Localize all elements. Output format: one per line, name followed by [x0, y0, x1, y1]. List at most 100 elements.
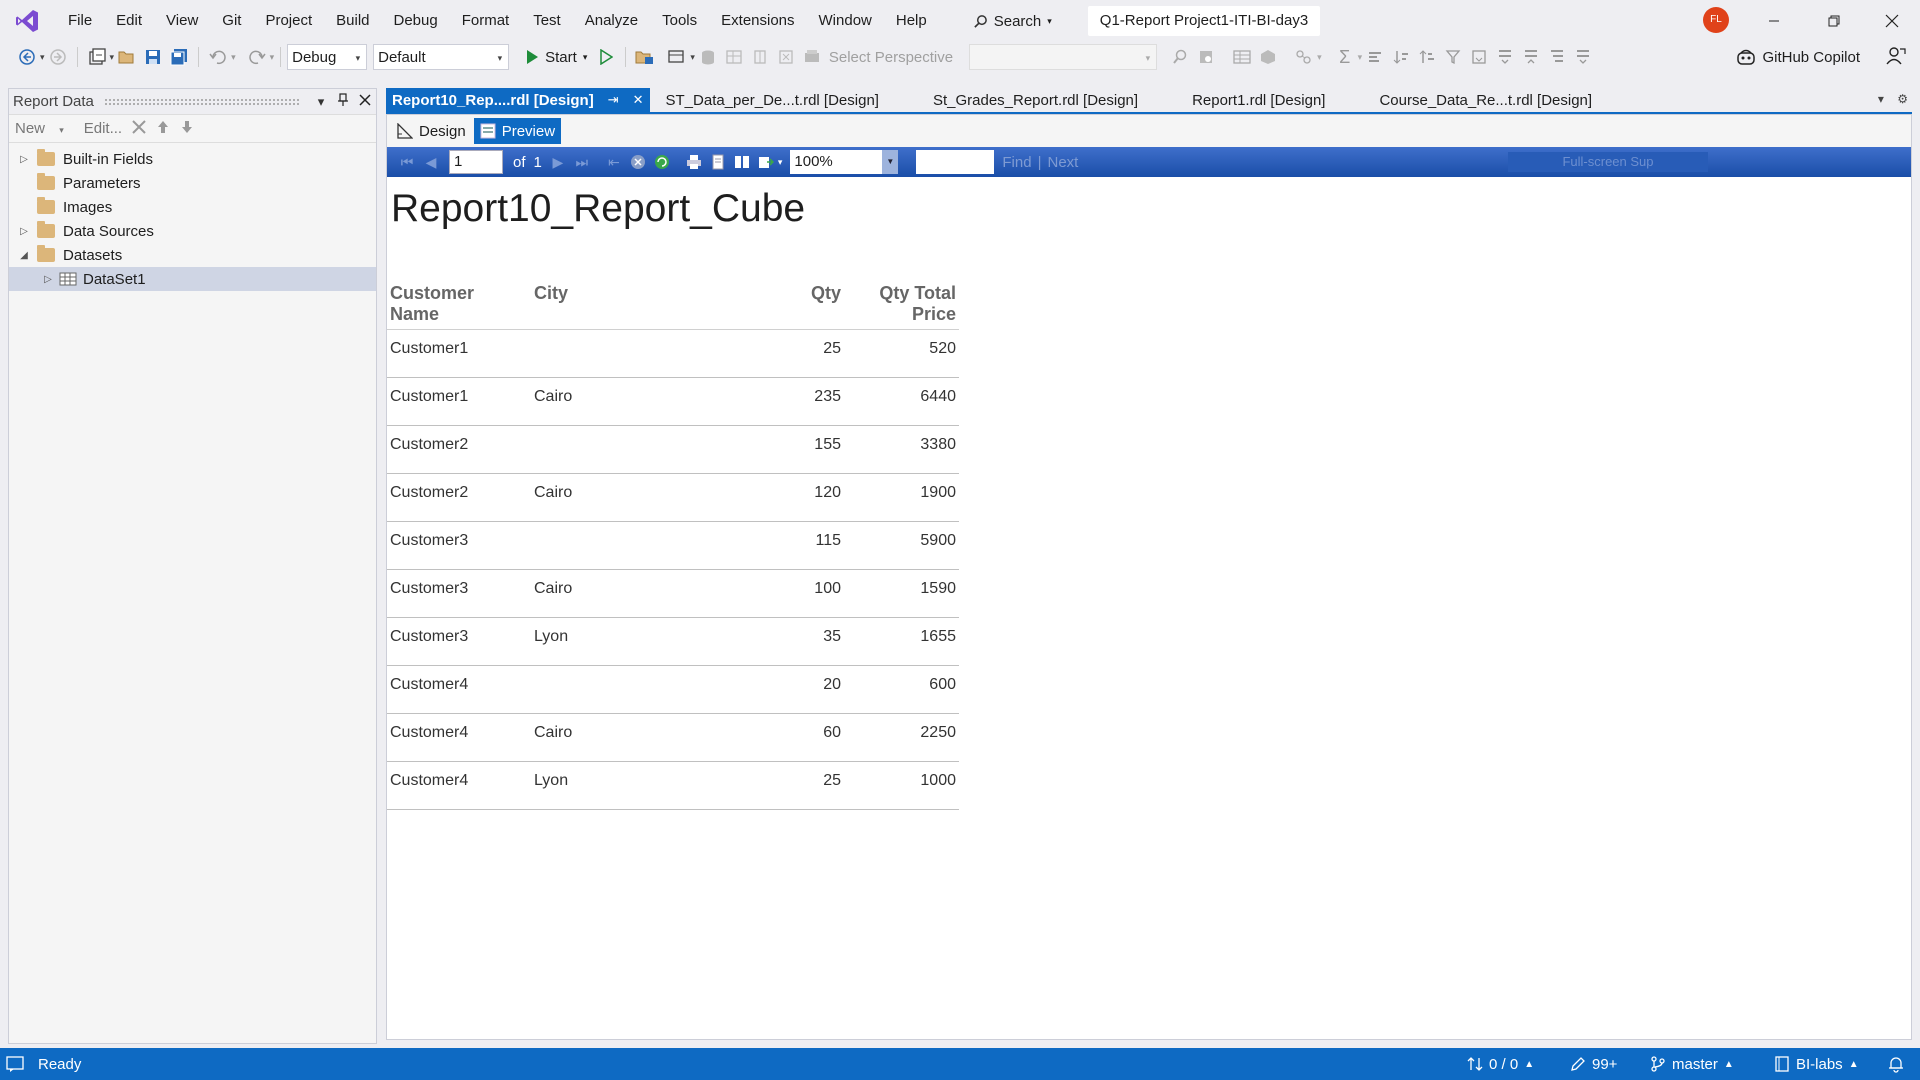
tab-report10[interactable]: Report10_Rep....rdl [Design] ⇥ ✕ — [386, 88, 650, 112]
tab-st-grades-report-rdl-design[interactable]: St_Grades_Report.rdl [Design] — [927, 88, 1144, 112]
previous-page-button[interactable]: ◀ — [419, 150, 443, 174]
solution-platform-select[interactable]: Default ▾ — [373, 44, 510, 70]
menu-item-extensions[interactable]: Extensions — [709, 0, 806, 42]
status-branch[interactable]: master ▲ — [1650, 1048, 1734, 1080]
dimension-button[interactable] — [799, 44, 825, 70]
redo-chevron-down-icon[interactable]: ▾ — [270, 52, 275, 63]
tab-course-data-re-t-rdl-design[interactable]: Course_Data_Re...t.rdl [Design] — [1373, 88, 1598, 112]
menu-item-edit[interactable]: Edit — [104, 0, 154, 42]
tree-item-built-in-fields[interactable]: ▷ Built-in Fields — [9, 147, 376, 171]
menu-item-test[interactable]: Test — [521, 0, 573, 42]
open-folder-button[interactable] — [114, 44, 140, 70]
menu-item-debug[interactable]: Debug — [382, 0, 450, 42]
menu-item-help[interactable]: Help — [884, 0, 939, 42]
close-window-button[interactable] — [1864, 0, 1920, 42]
find-button[interactable] — [1167, 44, 1193, 70]
browse-button[interactable] — [1193, 44, 1219, 70]
stop-rendering-button[interactable] — [626, 150, 650, 174]
new-item-button[interactable]: New ▾ — [15, 120, 74, 137]
last-page-button[interactable]: ⏭ — [570, 150, 594, 174]
page-setup-button[interactable] — [730, 150, 754, 174]
find-next-button[interactable]: Next — [1047, 154, 1078, 171]
deploy-button[interactable] — [632, 44, 658, 70]
print-layout-button[interactable] — [706, 150, 730, 174]
show-levels-button[interactable] — [1544, 44, 1570, 70]
notifications-button[interactable] — [1888, 1048, 1910, 1080]
tree-item-dataset1[interactable]: ▷ DataSet1 — [9, 267, 376, 291]
panel-options-button[interactable]: ▾ — [310, 94, 332, 110]
menu-item-analyze[interactable]: Analyze — [573, 0, 650, 42]
pivot-button[interactable] — [1466, 44, 1492, 70]
back-button[interactable] — [14, 44, 40, 70]
next-page-button[interactable]: ▶ — [546, 150, 570, 174]
sort-descending-button[interactable] — [1414, 44, 1440, 70]
expand-all-button[interactable] — [1492, 44, 1518, 70]
database-button[interactable] — [695, 44, 721, 70]
menu-item-file[interactable]: File — [56, 0, 104, 42]
filter-button[interactable] — [1291, 44, 1317, 70]
menu-item-tools[interactable]: Tools — [650, 0, 709, 42]
start-debug-button[interactable]: Start ▾ — [519, 49, 593, 66]
measures-button[interactable] — [773, 44, 799, 70]
restore-button[interactable] — [1806, 0, 1862, 42]
close-panel-button[interactable] — [354, 94, 376, 109]
filter-chevron-down-icon[interactable]: ▾ — [1317, 52, 1322, 63]
tab-close-icon[interactable]: ✕ — [633, 92, 644, 108]
first-page-button[interactable]: ⏮ — [395, 150, 419, 174]
partition-button[interactable] — [747, 44, 773, 70]
more-toolbar-button[interactable] — [1570, 44, 1596, 70]
menu-item-window[interactable]: Window — [807, 0, 884, 42]
tree-item-parameters[interactable]: Parameters — [9, 171, 376, 195]
perspective-select[interactable]: ▾ — [969, 44, 1158, 70]
sum-button[interactable]: Σ — [1332, 44, 1358, 70]
feedback-button[interactable] — [1886, 46, 1906, 70]
move-down-button[interactable] — [180, 120, 194, 138]
settings-gear-icon[interactable]: ⚙ — [1897, 92, 1908, 106]
tab-preview[interactable]: Preview — [473, 118, 562, 144]
status-edits[interactable]: 99+ — [1570, 1048, 1617, 1080]
export-button[interactable] — [754, 150, 778, 174]
pin-button[interactable] — [332, 93, 354, 110]
table-properties-button[interactable] — [721, 44, 747, 70]
solution-configuration-select[interactable]: Debug ▾ — [287, 44, 368, 70]
tree-expander-collapsed-icon[interactable]: ▷ — [41, 274, 55, 285]
zoom-select[interactable]: 100% ▼ — [790, 150, 899, 174]
find-button[interactable]: Find — [1002, 154, 1031, 171]
move-up-button[interactable] — [156, 120, 170, 138]
panel-drag-grip[interactable] — [103, 97, 300, 106]
tab-st-data-per-de-t-rdl-design[interactable]: ST_Data_per_De...t.rdl [Design] — [660, 88, 885, 112]
undo-button[interactable] — [205, 44, 231, 70]
sort-ascending-button[interactable] — [1388, 44, 1414, 70]
status-repository[interactable]: BI-labs ▲ — [1774, 1048, 1859, 1080]
status-pending-changes[interactable]: 0 / 0 ▲ — [1467, 1048, 1534, 1080]
export-chevron-down-icon[interactable]: ▾ — [778, 157, 783, 168]
save-all-button[interactable] — [166, 44, 192, 70]
new-project-button[interactable] — [84, 44, 110, 70]
tree-expander-collapsed-icon[interactable]: ▷ — [17, 154, 31, 165]
solution-name[interactable]: Q1-Report Project1-ITI-BI-day3 — [1087, 6, 1321, 36]
save-button[interactable] — [140, 44, 166, 70]
minimize-button[interactable] — [1746, 0, 1802, 42]
menu-item-project[interactable]: Project — [253, 0, 324, 42]
search-button[interactable]: Search ▾ — [963, 6, 1062, 36]
github-copilot-button[interactable]: GitHub Copilot — [1736, 42, 1860, 72]
page-number-input[interactable]: 1 — [449, 150, 503, 174]
cube-button[interactable] — [1255, 44, 1281, 70]
table-layout-button[interactable] — [1229, 44, 1255, 70]
edit-item-button[interactable]: Edit... — [84, 120, 122, 137]
tree-item-images[interactable]: Images — [9, 195, 376, 219]
collapse-all-button[interactable] — [1518, 44, 1544, 70]
menu-item-git[interactable]: Git — [210, 0, 253, 42]
refresh-button[interactable] — [650, 150, 674, 174]
print-button[interactable] — [682, 150, 706, 174]
process-button[interactable] — [664, 44, 690, 70]
undo-chevron-down-icon[interactable]: ▾ — [231, 52, 236, 63]
tab-report1-rdl-design[interactable]: Report1.rdl [Design] — [1186, 88, 1331, 112]
redo-button[interactable] — [244, 44, 270, 70]
menu-item-build[interactable]: Build — [324, 0, 381, 42]
tree-expander-expanded-icon[interactable]: ◢ — [17, 250, 31, 261]
forward-button[interactable] — [45, 44, 71, 70]
tab-list-dropdown[interactable]: ▾ ⚙ — [1878, 92, 1908, 106]
tree-item-datasets[interactable]: ◢ Datasets — [9, 243, 376, 267]
visual-studio-logo-icon[interactable] — [12, 6, 42, 36]
